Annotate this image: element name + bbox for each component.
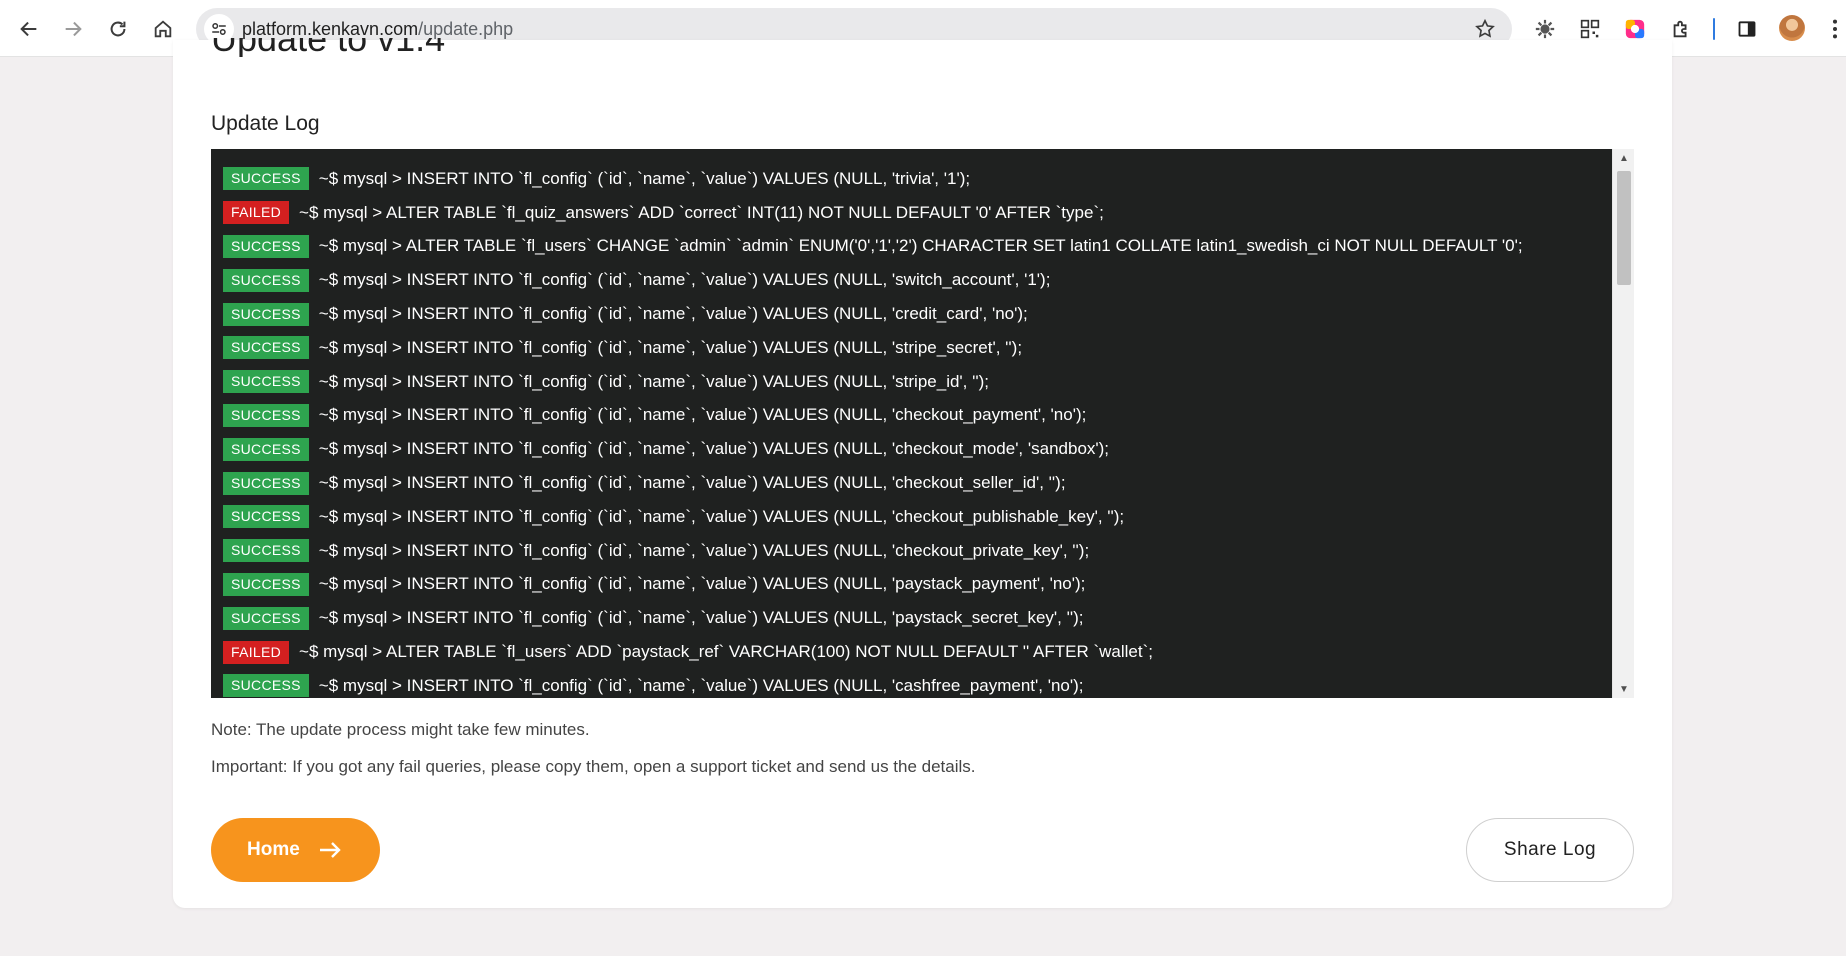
- success-badge: SUCCESS: [223, 403, 309, 427]
- note-text: Note: The update process might take few …: [211, 720, 590, 739]
- forward-icon[interactable]: [56, 12, 90, 46]
- url-text: platform.kenkavn.com/update.php: [242, 19, 514, 39]
- log-query-text: ~$ mysql > INSERT INTO `fl_config` (`id`…: [318, 405, 1087, 425]
- log-row: SUCCESS ~$ mysql > ALTER TABLE `fl_users`…: [223, 230, 1604, 264]
- log-row: FAILED ~$ mysql > ALTER TABLE `fl_quiz_an…: [223, 196, 1604, 230]
- failed-badge: FAILED: [223, 201, 290, 225]
- log-query-text: ~$ mysql > INSERT INTO `fl_config` (`id`…: [318, 608, 1084, 628]
- log-query-text: ~$ mysql > INSERT INTO `fl_config` (`id`…: [318, 270, 1051, 290]
- arrow-right-icon: [318, 840, 342, 860]
- home-button[interactable]: Home: [211, 818, 380, 882]
- log-row: SUCCESS ~$ mysql > INSERT INTO `fl_config…: [223, 365, 1604, 399]
- log-query-text: ~$ mysql > INSERT INTO `fl_config` (`id`…: [318, 304, 1028, 324]
- success-badge: SUCCESS: [223, 234, 309, 258]
- log-row: SUCCESS ~$ mysql > INSERT INTO `fl_config…: [223, 601, 1604, 635]
- log-row: FAILED ~$ mysql > ALTER TABLE `fl_users` …: [223, 635, 1604, 669]
- scroll-up-arrow-icon[interactable]: ▲: [1613, 149, 1634, 167]
- log-row: SUCCESS ~$ mysql > INSERT INTO `fl_config…: [223, 669, 1604, 698]
- log-row: SUCCESS ~$ mysql > INSERT INTO `fl_config…: [223, 568, 1604, 602]
- log-query-text: ~$ mysql > INSERT INTO `fl_config` (`id`…: [318, 574, 1086, 594]
- success-badge: SUCCESS: [223, 505, 309, 529]
- log-query-text: ~$ mysql > INSERT INTO `fl_config` (`id`…: [318, 473, 1066, 493]
- log-query-text: ~$ mysql > INSERT INTO `fl_config` (`id`…: [318, 371, 989, 391]
- log-row: SUCCESS ~$ mysql > INSERT INTO `fl_config…: [223, 162, 1604, 196]
- reload-icon[interactable]: [101, 12, 135, 46]
- page-title: Update to v1.4: [211, 38, 445, 57]
- log-row: SUCCESS ~$ mysql > INSERT INTO `fl_config…: [223, 432, 1604, 466]
- success-badge: SUCCESS: [223, 572, 309, 596]
- success-badge: SUCCESS: [223, 370, 309, 394]
- back-icon[interactable]: [12, 12, 46, 46]
- menu-kebab-icon[interactable]: [1818, 12, 1846, 46]
- log-row: SUCCESS ~$ mysql > INSERT INTO `fl_config…: [223, 534, 1604, 568]
- log-query-text: ~$ mysql > INSERT INTO `fl_config` (`id`…: [318, 675, 1084, 695]
- log-scrollbar[interactable]: ▲ ▼: [1612, 149, 1634, 698]
- log-query-text: ~$ mysql > INSERT INTO `fl_config` (`id`…: [318, 540, 1090, 560]
- success-badge: SUCCESS: [223, 167, 309, 191]
- log-row: SUCCESS ~$ mysql > INSERT INTO `fl_config…: [223, 500, 1604, 534]
- home-button-label: Home: [247, 839, 300, 860]
- success-badge: SUCCESS: [223, 471, 309, 495]
- share-log-button[interactable]: Share Log: [1466, 818, 1634, 882]
- log-query-text: ~$ mysql > INSERT INTO `fl_config` (`id`…: [318, 168, 971, 188]
- log-query-text: ~$ mysql > INSERT INTO `fl_config` (`id`…: [318, 439, 1110, 459]
- success-badge: SUCCESS: [223, 268, 309, 292]
- success-badge: SUCCESS: [223, 674, 309, 698]
- log-row: SUCCESS ~$ mysql > INSERT INTO `fl_config…: [223, 331, 1604, 365]
- success-badge: SUCCESS: [223, 539, 309, 563]
- toolbar-divider: [1713, 18, 1715, 40]
- success-badge: SUCCESS: [223, 606, 309, 630]
- scroll-thumb[interactable]: [1617, 171, 1631, 285]
- log-lines: SUCCESS ~$ mysql > INSERT INTO `fl_config…: [223, 162, 1604, 698]
- log-row: SUCCESS ~$ mysql > INSERT INTO `fl_config…: [223, 466, 1604, 500]
- side-panel-icon[interactable]: [1730, 12, 1764, 46]
- log-query-text: ~$ mysql > ALTER TABLE `fl_quiz_answers`…: [299, 202, 1104, 222]
- log-row: SUCCESS ~$ mysql > INSERT INTO `fl_config…: [223, 399, 1604, 433]
- log-query-text: ~$ mysql > INSERT INTO `fl_config` (`id`…: [318, 506, 1125, 526]
- success-badge: SUCCESS: [223, 302, 309, 326]
- log-row: SUCCESS ~$ mysql > INSERT INTO `fl_config…: [223, 263, 1604, 297]
- update-log-console[interactable]: SUCCESS ~$ mysql > INSERT INTO `fl_config…: [211, 149, 1634, 698]
- success-badge: SUCCESS: [223, 437, 309, 461]
- profile-avatar[interactable]: [1779, 15, 1805, 41]
- failed-badge: FAILED: [223, 640, 290, 664]
- log-row: SUCCESS ~$ mysql > INSERT INTO `fl_config…: [223, 297, 1604, 331]
- share-log-label: Share Log: [1503, 839, 1597, 860]
- scroll-down-arrow-icon[interactable]: ▼: [1613, 680, 1634, 698]
- log-query-text: ~$ mysql > ALTER TABLE `fl_users` CHANGE…: [318, 236, 1523, 256]
- important-text: Important: If you got any fail queries, …: [211, 757, 976, 776]
- log-query-text: ~$ mysql > INSERT INTO `fl_config` (`id`…: [318, 337, 1023, 357]
- update-log-heading: Update Log: [211, 112, 320, 135]
- success-badge: SUCCESS: [223, 336, 309, 360]
- log-query-text: ~$ mysql > ALTER TABLE `fl_users` ADD `p…: [299, 642, 1153, 662]
